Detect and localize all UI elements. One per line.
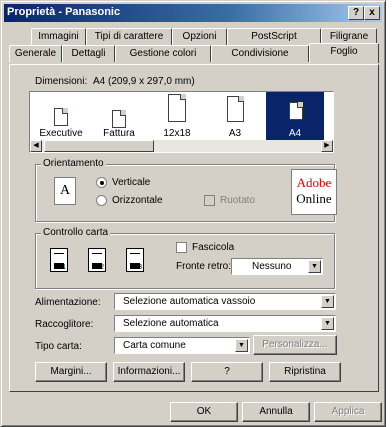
paper-icon — [289, 102, 303, 120]
properties-dialog: Proprietà - Panasonic ? x Immagini Tipi … — [0, 0, 386, 427]
close-button[interactable]: x — [364, 6, 380, 20]
horizontal-label[interactable]: Orizzontale — [112, 195, 163, 206]
tab-foglio[interactable]: Foglio — [309, 43, 379, 63]
restore-button[interactable]: Ripristina — [269, 362, 341, 382]
orientation-group: Orientamento A Verticale Orizzontale Ruo… — [35, 158, 335, 222]
paper-caption: Executive — [39, 128, 83, 139]
title-bar[interactable]: Proprietà - Panasonic ? x — [4, 4, 382, 22]
chevron-down-icon[interactable]: ▼ — [235, 339, 248, 352]
paper-item-a3[interactable]: A3 — [206, 92, 264, 140]
output-select[interactable]: Selezione automatica ▼ — [114, 315, 336, 332]
output-value: Selezione automatica — [123, 318, 219, 329]
tab-dettagli[interactable]: Dettagli — [62, 45, 115, 62]
paper-type-value: Carta comune — [123, 340, 186, 351]
duplex-label: Fronte retro: — [176, 261, 232, 272]
adobe-online-logo[interactable]: Adobe Online — [291, 169, 337, 215]
window-title: Proprietà - Panasonic — [7, 6, 121, 18]
paper-caption: A4 — [288, 128, 302, 139]
paper-caption: 12x18 — [163, 128, 191, 139]
paper-caption: Fattura — [103, 128, 135, 139]
tab-immagini[interactable]: Immagini — [31, 28, 86, 45]
collate-page-2-icon: 2 — [88, 248, 106, 272]
paper-type-label: Tipo carta: — [35, 341, 82, 352]
paper-type-select[interactable]: Carta comune ▼ — [114, 337, 250, 354]
tab-postscript[interactable]: PostScript — [227, 28, 321, 45]
rotated-label: Ruotato — [220, 195, 256, 206]
margins-button[interactable]: Margini... — [35, 362, 107, 382]
scroll-right-icon[interactable]: ▶ — [321, 140, 333, 152]
horizontal-radio[interactable] — [96, 195, 107, 206]
online-logo-text: Online — [296, 191, 332, 206]
paper-list-scrollbar[interactable]: ◀ ▶ — [30, 140, 333, 152]
tab-tipi-di-carattere[interactable]: Tipi di carattere — [86, 28, 172, 45]
paper-item-fattura[interactable]: Fattura — [90, 92, 148, 140]
feed-select[interactable]: Selezione automatica vassoio ▼ — [114, 293, 336, 310]
orientation-title: Orientamento — [41, 158, 106, 169]
feed-value: Selezione automatica vassoio — [123, 296, 256, 307]
chevron-down-icon[interactable]: ▼ — [308, 260, 321, 273]
tab-condivisione[interactable]: Condivisione — [211, 45, 309, 62]
adobe-logo-text: Adobe — [296, 175, 332, 190]
customize-button[interactable]: Personalizza... — [253, 335, 337, 355]
dimensions-value: A4 (209,9 x 297,0 mm) — [93, 76, 195, 87]
paper-icon — [168, 94, 186, 122]
help-button[interactable]: ? — [191, 362, 263, 382]
dimensions-label: Dimensioni: — [35, 76, 88, 87]
collate-page-1-icon: 1 — [50, 248, 68, 272]
scroll-thumb[interactable] — [44, 140, 154, 152]
ok-button[interactable]: OK — [170, 402, 238, 422]
paper-icon — [227, 96, 244, 122]
tab-gestione-colori[interactable]: Gestione colori — [115, 45, 211, 62]
duplex-value: Nessuno — [252, 261, 292, 272]
paper-icon — [112, 110, 126, 128]
rotated-checkbox[interactable] — [204, 195, 215, 206]
orientation-preview-icon: A — [54, 177, 76, 205]
collate-label[interactable]: Fascicola — [192, 242, 234, 253]
chevron-down-icon[interactable]: ▼ — [321, 317, 334, 330]
vertical-label[interactable]: Verticale — [112, 177, 150, 188]
paper-item-12x18[interactable]: 12x18 — [148, 92, 206, 140]
vertical-radio[interactable] — [96, 177, 107, 188]
apply-button[interactable]: Applica — [314, 402, 382, 422]
collate-checkbox[interactable] — [176, 242, 187, 253]
cancel-button[interactable]: Annulla — [242, 402, 310, 422]
paper-control-title: Controllo carta — [41, 227, 111, 238]
collate-page-3-icon: 3 — [126, 248, 144, 272]
info-button[interactable]: Informazioni... — [113, 362, 185, 382]
paper-item-a4[interactable]: A4 — [266, 92, 324, 140]
feed-label: Alimentazione: — [35, 297, 101, 308]
output-label: Raccoglitore: — [35, 319, 94, 330]
paper-size-list[interactable]: Executive Fattura 12x18 A3 A4 ◀ ▶ — [29, 91, 334, 153]
scroll-left-icon[interactable]: ◀ — [30, 140, 42, 152]
help-title-button[interactable]: ? — [348, 6, 364, 20]
tab-generale[interactable]: Generale — [9, 45, 62, 62]
duplex-select[interactable]: Nessuno ▼ — [231, 258, 323, 275]
paper-icon — [54, 108, 68, 126]
paper-caption: A3 — [228, 128, 242, 139]
paper-item-executive[interactable]: Executive — [32, 92, 90, 140]
tab-opzioni[interactable]: Opzioni — [172, 28, 227, 45]
chevron-down-icon[interactable]: ▼ — [321, 295, 334, 308]
